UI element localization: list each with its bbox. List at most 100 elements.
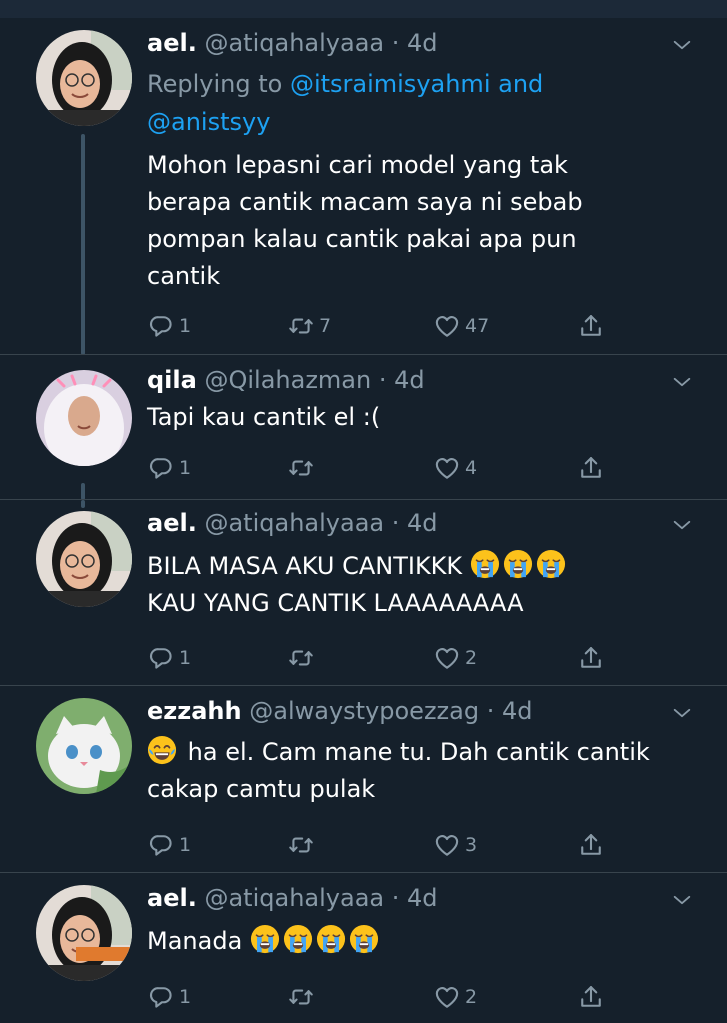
replying-to: Replying to @itsraimisyahmi and @anistsy… — [147, 65, 617, 141]
tweet[interactable]: ael. @atiqahalyaaa · 4d BILA MASA AKU CA… — [0, 500, 727, 686]
tweet-text: BILA MASA AKU CANTIKKK KAU YANG CANTIK L… — [147, 548, 692, 622]
heart-icon — [433, 831, 461, 859]
tweet-actions: 1 2 — [147, 982, 617, 1012]
share-button[interactable] — [577, 643, 605, 673]
loudly-crying-face-icon — [316, 924, 346, 954]
top-strip — [0, 0, 727, 18]
user-handle[interactable]: @atiqahalyaaa — [204, 29, 384, 57]
loudly-crying-face-icon — [470, 549, 500, 579]
like-button[interactable]: 47 — [433, 311, 489, 341]
display-name[interactable]: ael. — [147, 884, 197, 912]
tweet-text-line: Tapi kau cantik el :( — [147, 403, 381, 431]
tweet-text-line: pompan kalau cantik pakai apa pun — [147, 225, 577, 253]
tweet-text-content: Manada — [147, 927, 243, 955]
tweet-text-line: KAU YANG CANTIK LAAAAAAAA — [147, 589, 524, 617]
like-button[interactable]: 2 — [433, 643, 477, 673]
avatar[interactable] — [36, 30, 132, 126]
thread-line — [81, 483, 85, 500]
like-button[interactable]: 2 — [433, 982, 477, 1012]
display-name[interactable]: ael. — [147, 29, 197, 57]
loudly-crying-face-icon — [503, 549, 533, 579]
like-count: 4 — [465, 457, 478, 479]
share-icon — [577, 454, 605, 482]
like-count: 47 — [465, 315, 490, 337]
user-handle[interactable]: @Qilahazman — [204, 366, 371, 394]
timestamp[interactable]: 4d — [407, 509, 438, 537]
tweet-text-line: BILA MASA AKU CANTIKKK — [147, 548, 692, 585]
heart-icon — [433, 454, 461, 482]
reply-button[interactable]: 1 — [147, 311, 191, 341]
replying-to-label: Replying to — [147, 70, 290, 98]
user-handle[interactable]: @atiqahalyaaa — [204, 884, 384, 912]
chevron-down-icon[interactable] — [671, 34, 693, 56]
user-handle[interactable]: @alwaystypoezzag — [249, 697, 479, 725]
reply-icon — [147, 831, 175, 859]
tweet-actions: 1 7 47 — [147, 311, 617, 341]
chevron-down-icon[interactable] — [671, 702, 693, 724]
display-name[interactable]: ael. — [147, 509, 197, 537]
reply-button[interactable]: 1 — [147, 830, 191, 860]
mention-link[interactable]: @itsraimisyahmi — [290, 70, 491, 98]
display-name[interactable]: qila — [147, 366, 197, 394]
tweet[interactable]: qila @Qilahazman · 4d Tapi kau cantik el… — [0, 355, 727, 500]
separator-dot: · — [391, 884, 400, 912]
tweet-text-line: cakap camtu pulak — [147, 775, 376, 803]
retweet-button[interactable] — [287, 643, 319, 673]
chevron-down-icon[interactable] — [671, 889, 693, 911]
tweet-text: Tapi kau cantik el :( — [147, 399, 692, 436]
avatar[interactable] — [36, 370, 132, 466]
tweet-header: ael. @atiqahalyaaa · 4d — [147, 506, 687, 540]
chevron-down-icon[interactable] — [671, 514, 693, 536]
tweet-text-content: BILA MASA AKU CANTIKKK — [147, 552, 463, 580]
like-count: 2 — [465, 647, 478, 669]
avatar[interactable] — [36, 698, 132, 794]
timestamp[interactable]: 4d — [407, 884, 438, 912]
reply-count: 1 — [179, 986, 192, 1008]
share-icon — [577, 983, 605, 1011]
tweet-header: qila @Qilahazman · 4d — [147, 363, 687, 397]
reply-button[interactable]: 1 — [147, 982, 191, 1012]
chevron-down-icon[interactable] — [671, 371, 693, 393]
tweet[interactable]: ael. @atiqahalyaaa · 4d Manada 1 2 — [0, 873, 727, 1023]
timestamp[interactable]: 4d — [502, 697, 533, 725]
loudly-crying-face-icon — [283, 924, 313, 954]
reply-count: 1 — [179, 647, 192, 669]
timestamp[interactable]: 4d — [407, 29, 438, 57]
avatar[interactable] — [36, 885, 132, 981]
reply-button[interactable]: 1 — [147, 453, 191, 483]
mention-link[interactable]: @anistsyy — [147, 108, 270, 136]
loudly-crying-face-icon — [250, 924, 280, 954]
like-count: 2 — [465, 986, 478, 1008]
timestamp[interactable]: 4d — [394, 366, 425, 394]
tweet-header: ael. @atiqahalyaaa · 4d — [147, 26, 687, 60]
face-with-tears-of-joy-icon — [147, 735, 177, 765]
like-button[interactable]: 3 — [433, 830, 477, 860]
avatar[interactable] — [36, 511, 132, 607]
share-button[interactable] — [577, 830, 605, 860]
share-button[interactable] — [577, 982, 605, 1012]
display-name[interactable]: ezzahh — [147, 697, 242, 725]
reply-icon — [147, 983, 175, 1011]
retweet-button[interactable] — [287, 830, 319, 860]
tweet-text: Mohon lepasni cari model yang tak berapa… — [147, 147, 692, 295]
separator-dot: · — [378, 366, 387, 394]
tweet-header: ael. @atiqahalyaaa · 4d — [147, 881, 687, 915]
reply-button[interactable]: 1 — [147, 643, 191, 673]
tweet[interactable]: ezzahh @alwaystypoezzag · 4d ha el. Cam … — [0, 686, 727, 873]
share-button[interactable] — [577, 453, 605, 483]
user-handle[interactable]: @atiqahalyaaa — [204, 509, 384, 537]
like-count: 3 — [465, 834, 478, 856]
retweet-button[interactable] — [287, 453, 319, 483]
retweet-button[interactable]: 7 — [287, 311, 331, 341]
tweet[interactable]: ael. @atiqahalyaaa · 4d Replying to @its… — [0, 18, 727, 355]
retweet-icon — [287, 312, 315, 340]
retweet-icon — [287, 831, 315, 859]
tweet-actions: 1 3 — [147, 830, 617, 860]
loudly-crying-face-icon — [349, 924, 379, 954]
reply-icon — [147, 312, 175, 340]
share-button[interactable] — [577, 311, 605, 341]
like-button[interactable]: 4 — [433, 453, 477, 483]
retweet-button[interactable] — [287, 982, 319, 1012]
share-icon — [577, 644, 605, 672]
mention-and[interactable]: and — [490, 70, 543, 98]
